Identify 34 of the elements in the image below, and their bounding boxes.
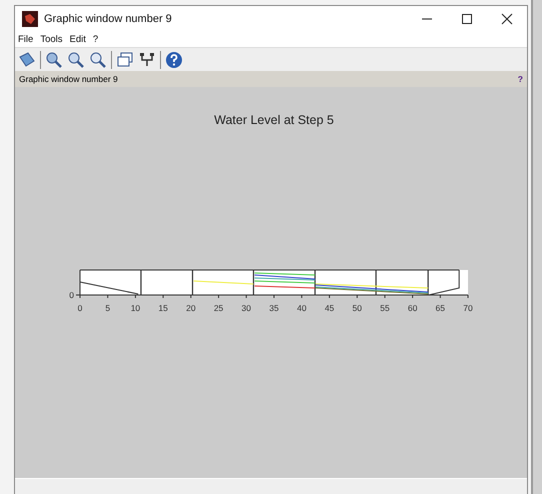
tick-label: 55 [380,303,390,313]
app-icon [22,11,38,27]
tick-label: 35 [269,303,279,313]
window-title: Graphic window number 9 [44,13,172,25]
maximize-icon[interactable] [461,13,473,25]
tick-label: 5 [105,303,110,313]
tick-label: 10 [130,303,140,313]
tick-label: 25 [214,303,224,313]
zoom-out-icon[interactable] [89,50,107,68]
tick-label: 15 [158,303,168,313]
menu-item[interactable]: Edit [70,34,86,45]
menu-item[interactable]: File [18,34,34,45]
tick-label: 60 [408,303,418,313]
tick-label: 0 [69,290,74,300]
tick-label: 0 [78,303,82,313]
tick-label: 50 [352,303,362,313]
tick-label: 40 [296,303,306,313]
help-icon[interactable] [165,50,183,68]
zoom-in-icon[interactable] [45,50,63,68]
menu-item[interactable]: Tools [40,34,62,45]
tick-label: 45 [324,303,334,313]
tick-label: 20 [186,303,196,313]
tree-icon[interactable] [138,50,156,68]
tick-label: 30 [242,303,252,313]
rotate-icon[interactable] [18,50,36,68]
zoom-icon[interactable] [67,50,85,68]
windows-icon[interactable] [116,50,134,68]
menu-item[interactable]: ? [92,34,98,45]
tick-label: 65 [436,303,446,313]
close-icon[interactable] [501,13,513,25]
tick-label: 70 [463,303,473,313]
help-link[interactable]: ? [518,74,523,84]
chart-title: Water Level at Step 5 [214,113,334,127]
window-label: Graphic window number 9 [19,74,118,84]
